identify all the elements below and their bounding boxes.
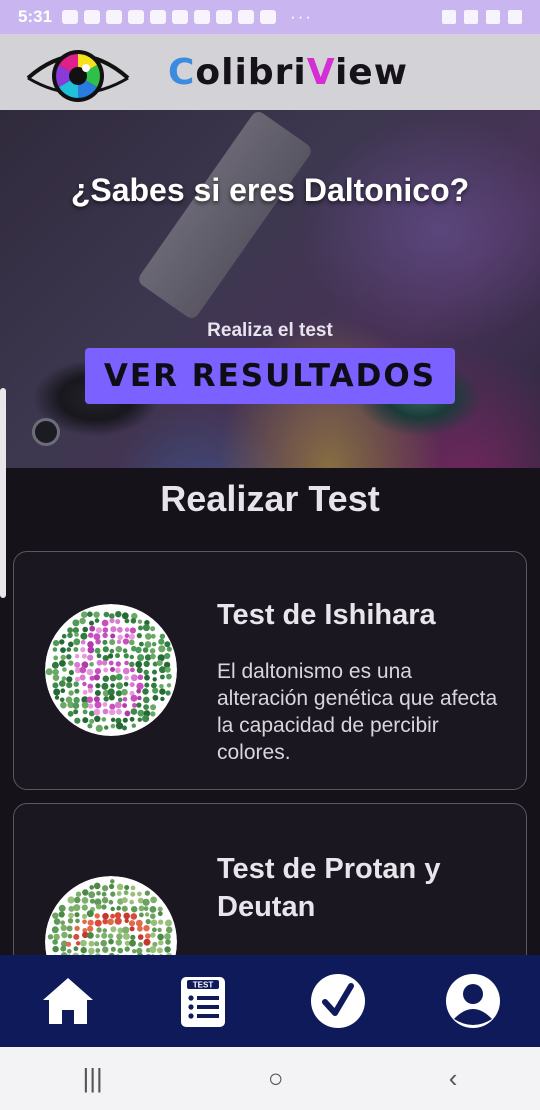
nav-results[interactable] bbox=[270, 955, 405, 1047]
hero-decoration bbox=[32, 418, 60, 446]
test-card-ishihara[interactable]: Test de Ishihara El daltonismo es una al… bbox=[13, 551, 527, 790]
hero-title: ¿Sabes si eres Daltonico? bbox=[70, 172, 470, 208]
check-icon bbox=[310, 974, 365, 1028]
card-title: Test de Protan y Deutan bbox=[217, 853, 441, 923]
notification-icon bbox=[172, 10, 189, 24]
nav-profile[interactable] bbox=[405, 955, 540, 1047]
svg-text:TEST: TEST bbox=[192, 981, 213, 990]
ishihara-plate-icon bbox=[45, 604, 177, 736]
nav-tests[interactable]: TEST bbox=[135, 955, 270, 1047]
hero-overlay bbox=[0, 110, 540, 468]
app-header: ColibriView bbox=[0, 34, 540, 110]
system-nav-bar: ||| ○ ‹ bbox=[0, 1047, 540, 1110]
brand-v: V bbox=[306, 52, 335, 93]
notification-icon bbox=[150, 10, 167, 24]
profile-icon bbox=[445, 974, 500, 1028]
brand-part-2: iew bbox=[334, 52, 408, 93]
hero-subtitle: Realiza el test bbox=[207, 320, 333, 341]
notification-icon bbox=[84, 10, 101, 24]
notification-icon bbox=[260, 10, 277, 24]
recents-button[interactable]: ||| bbox=[83, 1063, 103, 1094]
section-title: Realizar Test bbox=[160, 478, 380, 519]
notification-icon bbox=[106, 10, 123, 24]
system-status-icons bbox=[442, 10, 522, 24]
home-button[interactable]: ○ bbox=[268, 1063, 284, 1094]
brand-c: C bbox=[168, 52, 196, 93]
wifi-icon bbox=[464, 10, 478, 24]
more-notifications: ··· bbox=[290, 7, 314, 26]
mute-icon bbox=[442, 10, 456, 24]
eye-logo-icon[interactable] bbox=[24, 38, 132, 106]
test-list-icon: TEST bbox=[180, 977, 225, 1027]
bottom-nav: TEST bbox=[0, 955, 540, 1047]
notification-icon bbox=[128, 10, 145, 24]
brand-part-1: olibri bbox=[195, 52, 307, 93]
edge-panel-handle[interactable] bbox=[0, 388, 6, 598]
view-results-button[interactable]: VER RESULTADOS bbox=[85, 348, 455, 404]
status-bar: 5:31 ··· bbox=[0, 0, 540, 34]
notification-icon bbox=[216, 10, 233, 24]
card-title: Test de Ishihara bbox=[217, 599, 436, 631]
notification-icon bbox=[194, 10, 211, 24]
home-icon bbox=[42, 978, 93, 1024]
status-time: 5:31 bbox=[18, 7, 53, 26]
battery-icon bbox=[508, 10, 522, 24]
notification-icon bbox=[62, 10, 79, 24]
hero-banner: ¿Sabes si eres Daltonico? Realiza el tes… bbox=[0, 110, 540, 468]
notification-icon bbox=[238, 10, 255, 24]
card-description: El daltonismo es una alteración genética… bbox=[217, 660, 498, 764]
signal-icon bbox=[486, 10, 500, 24]
back-button[interactable]: ‹ bbox=[449, 1063, 458, 1094]
app-brand: ColibriView bbox=[168, 52, 408, 93]
nav-home[interactable] bbox=[0, 955, 135, 1047]
notification-icons bbox=[62, 10, 277, 24]
